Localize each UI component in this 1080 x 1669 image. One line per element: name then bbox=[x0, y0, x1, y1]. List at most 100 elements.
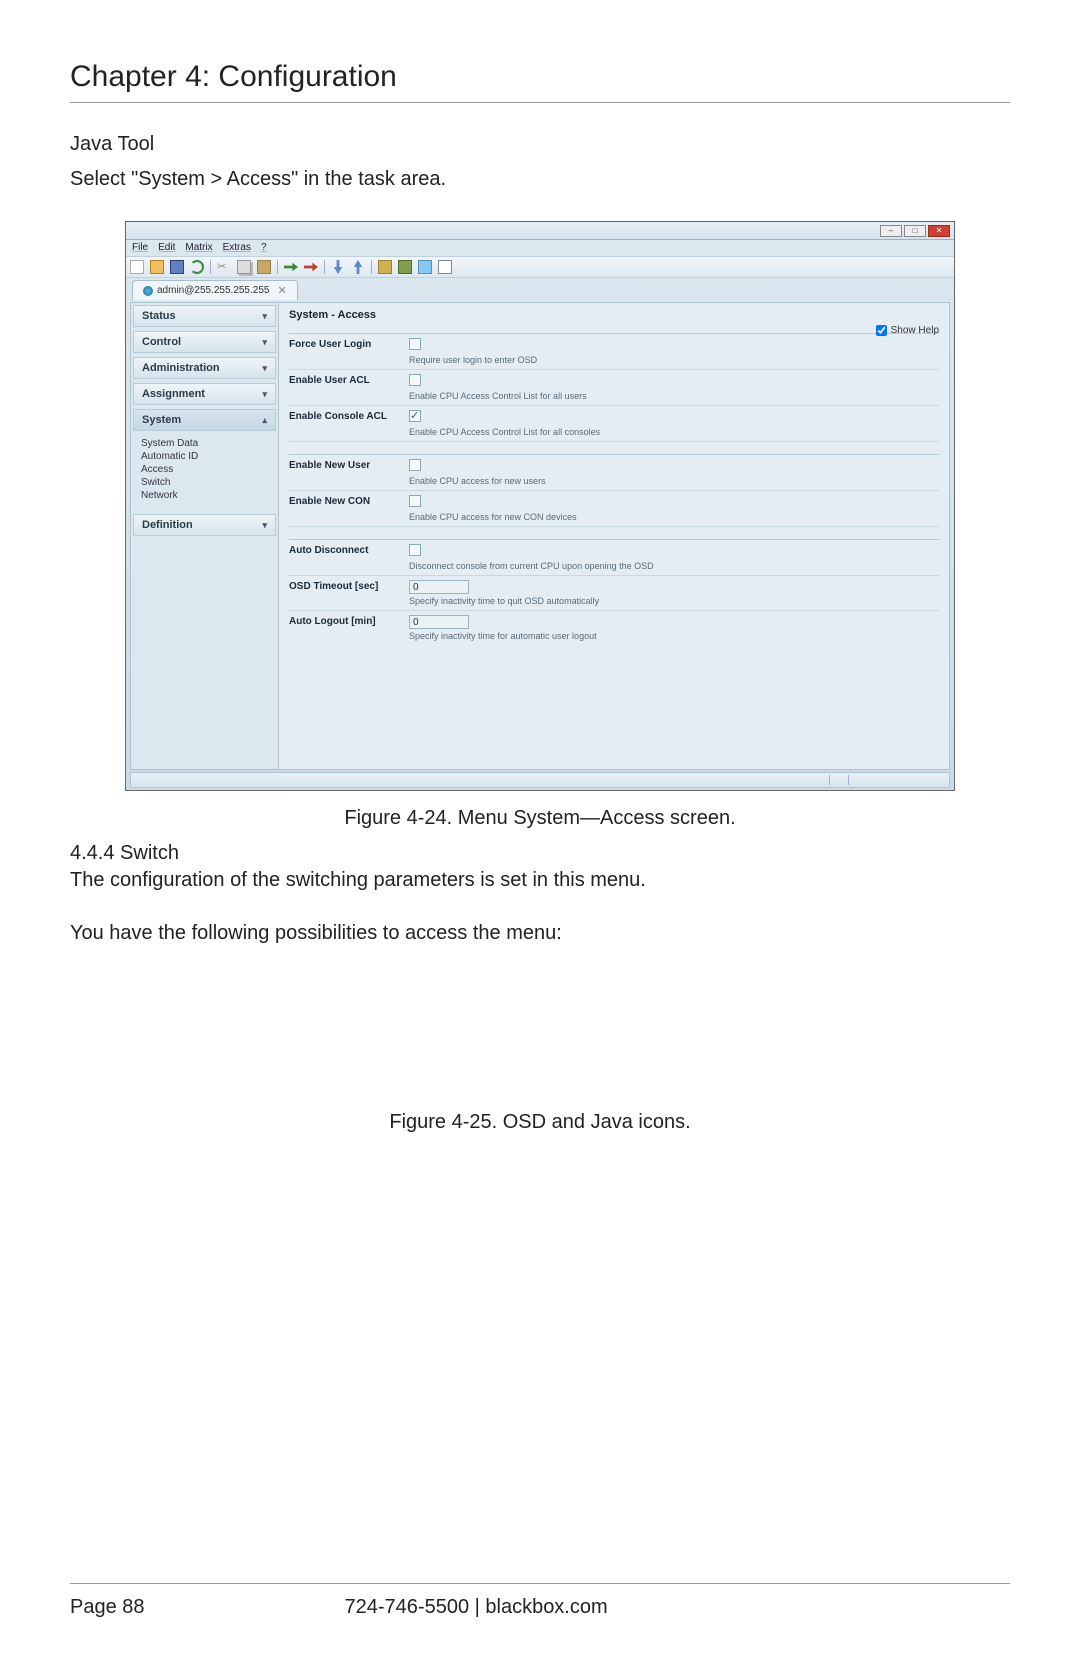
sidebar-label: Control bbox=[142, 336, 181, 348]
sidebar-item-control[interactable]: Control ▾ bbox=[133, 331, 276, 353]
report-icon[interactable] bbox=[438, 260, 452, 274]
toolbar-separator bbox=[324, 260, 325, 274]
connection-tab[interactable]: admin@255.255.255.255 ✕ bbox=[132, 280, 298, 300]
copy-icon[interactable] bbox=[237, 260, 251, 274]
label-enable-user-acl: Enable User ACL bbox=[289, 374, 409, 401]
toolbar-separator bbox=[371, 260, 372, 274]
switch-text-2: You have the following possibilities to … bbox=[70, 922, 1010, 945]
sidebar-item-system[interactable]: System ▴ bbox=[133, 409, 276, 431]
panel-title: System - Access bbox=[279, 303, 949, 327]
sidebar-item-assignment[interactable]: Assignment ▾ bbox=[133, 383, 276, 405]
label-auto-logout: Auto Logout [min] bbox=[289, 615, 409, 641]
open-icon[interactable] bbox=[150, 260, 164, 274]
menu-file[interactable]: File bbox=[132, 242, 148, 254]
help-enable-new-user: Enable CPU access for new users bbox=[409, 476, 939, 486]
cut-icon[interactable]: ✂ bbox=[217, 260, 231, 274]
connect-icon[interactable] bbox=[284, 260, 298, 274]
divider bbox=[70, 102, 1010, 103]
tab-label: admin@255.255.255.255 bbox=[157, 285, 269, 296]
help-osd-timeout: Specify inactivity time to quit OSD auto… bbox=[409, 596, 939, 606]
sidebar-sub-switch[interactable]: Switch bbox=[141, 476, 268, 489]
screenshot-figure: – □ ✕ File Edit Matrix Extras ? ✂ bbox=[125, 221, 955, 791]
menu-extras[interactable]: Extras bbox=[223, 242, 251, 254]
sidebar-label: Status bbox=[142, 310, 176, 322]
checkbox-auto-disconnect[interactable] bbox=[409, 544, 421, 556]
input-osd-timeout[interactable]: 0 bbox=[409, 580, 469, 594]
content-area: Status ▾ Control ▾ Administration ▾ Assi… bbox=[130, 302, 950, 770]
sidebar-label: Definition bbox=[142, 519, 193, 531]
input-auto-logout[interactable]: 0 bbox=[409, 615, 469, 629]
sidebar-label: Assignment bbox=[142, 388, 205, 400]
chevron-down-icon: ▾ bbox=[262, 337, 267, 348]
label-enable-new-con: Enable New CON bbox=[289, 495, 409, 522]
help-enable-new-con: Enable CPU access for new CON devices bbox=[409, 512, 939, 522]
menu-matrix[interactable]: Matrix bbox=[185, 242, 212, 254]
menubar: File Edit Matrix Extras ? bbox=[126, 240, 954, 256]
monitor-icon[interactable] bbox=[418, 260, 432, 274]
chevron-down-icon: ▾ bbox=[262, 311, 267, 322]
window-titlebar: – □ ✕ bbox=[126, 222, 954, 240]
close-button[interactable]: ✕ bbox=[928, 225, 950, 237]
menu-edit[interactable]: Edit bbox=[158, 242, 175, 254]
minimize-button[interactable]: – bbox=[880, 225, 902, 237]
globe-icon bbox=[143, 286, 153, 296]
toolbar-separator bbox=[210, 260, 211, 274]
download-icon[interactable] bbox=[331, 260, 345, 274]
save-icon[interactable] bbox=[170, 260, 184, 274]
reload-icon[interactable] bbox=[190, 260, 204, 274]
form-section-3: Auto Disconnect Disconnect console from … bbox=[289, 539, 939, 645]
sidebar-sub-network[interactable]: Network bbox=[141, 489, 268, 502]
figure-24-caption: Figure 4-24. Menu System—Access screen. bbox=[70, 807, 1010, 830]
label-enable-new-user: Enable New User bbox=[289, 459, 409, 486]
sidebar-item-administration[interactable]: Administration ▾ bbox=[133, 357, 276, 379]
sidebar-item-status[interactable]: Status ▾ bbox=[133, 305, 276, 327]
show-help-toggle[interactable]: Show Help bbox=[876, 325, 939, 336]
help-enable-console-acl: Enable CPU Access Control List for all c… bbox=[409, 427, 939, 437]
sidebar-sub-access[interactable]: Access bbox=[141, 463, 268, 476]
page-footer: Page 88 724-746-5500 | blackbox.com bbox=[70, 1583, 1010, 1619]
paste-icon[interactable] bbox=[257, 260, 271, 274]
new-icon[interactable] bbox=[130, 260, 144, 274]
chevron-down-icon: ▾ bbox=[262, 363, 267, 374]
show-help-label: Show Help bbox=[891, 325, 939, 336]
maximize-button[interactable]: □ bbox=[904, 225, 926, 237]
label-force-user-login: Force User Login bbox=[289, 338, 409, 365]
chevron-up-icon: ▴ bbox=[262, 415, 267, 426]
help-force-user-login: Require user login to enter OSD bbox=[409, 355, 939, 365]
disconnect-icon[interactable] bbox=[304, 260, 318, 274]
sidebar-item-definition[interactable]: Definition ▾ bbox=[133, 514, 276, 536]
chevron-down-icon: ▾ bbox=[262, 389, 267, 400]
checkbox-enable-console-acl[interactable] bbox=[409, 410, 421, 422]
label-enable-console-acl: Enable Console ACL bbox=[289, 410, 409, 437]
sidebar: Status ▾ Control ▾ Administration ▾ Assi… bbox=[131, 303, 279, 769]
sidebar-system-submenu: System Data Automatic ID Access Switch N… bbox=[131, 433, 278, 512]
tab-close-icon[interactable]: ✕ bbox=[277, 284, 286, 297]
checkbox-force-user-login[interactable] bbox=[409, 338, 421, 350]
show-help-checkbox[interactable] bbox=[876, 325, 887, 336]
upload-icon[interactable] bbox=[351, 260, 365, 274]
sidebar-sub-automaticid[interactable]: Automatic ID bbox=[141, 450, 268, 463]
sidebar-label: Administration bbox=[142, 362, 220, 374]
sidebar-label: System bbox=[142, 414, 181, 426]
sidebar-sub-systemdata[interactable]: System Data bbox=[141, 437, 268, 450]
form-section-1: Force User Login Require user login to e… bbox=[289, 333, 939, 442]
toolbar-separator bbox=[277, 260, 278, 274]
section-title: Java Tool bbox=[70, 133, 1010, 156]
statusbar bbox=[130, 772, 950, 788]
tabbar: admin@255.255.255.255 ✕ bbox=[126, 278, 954, 300]
menu-help[interactable]: ? bbox=[261, 242, 267, 254]
help-enable-user-acl: Enable CPU Access Control List for all u… bbox=[409, 391, 939, 401]
help-auto-disconnect: Disconnect console from current CPU upon… bbox=[409, 561, 939, 571]
footer-contact: 724-746-5500 | blackbox.com bbox=[345, 1596, 608, 1619]
device2-icon[interactable] bbox=[398, 260, 412, 274]
label-auto-disconnect: Auto Disconnect bbox=[289, 544, 409, 571]
subsection-title: 4.4.4 Switch bbox=[70, 842, 1010, 865]
statusbar-grip bbox=[829, 775, 849, 785]
chevron-down-icon: ▾ bbox=[262, 520, 267, 531]
checkbox-enable-new-con[interactable] bbox=[409, 495, 421, 507]
checkbox-enable-new-user[interactable] bbox=[409, 459, 421, 471]
checkbox-enable-user-acl[interactable] bbox=[409, 374, 421, 386]
page-number: Page 88 bbox=[70, 1596, 145, 1619]
help-auto-logout: Specify inactivity time for automatic us… bbox=[409, 631, 939, 641]
device-icon[interactable] bbox=[378, 260, 392, 274]
